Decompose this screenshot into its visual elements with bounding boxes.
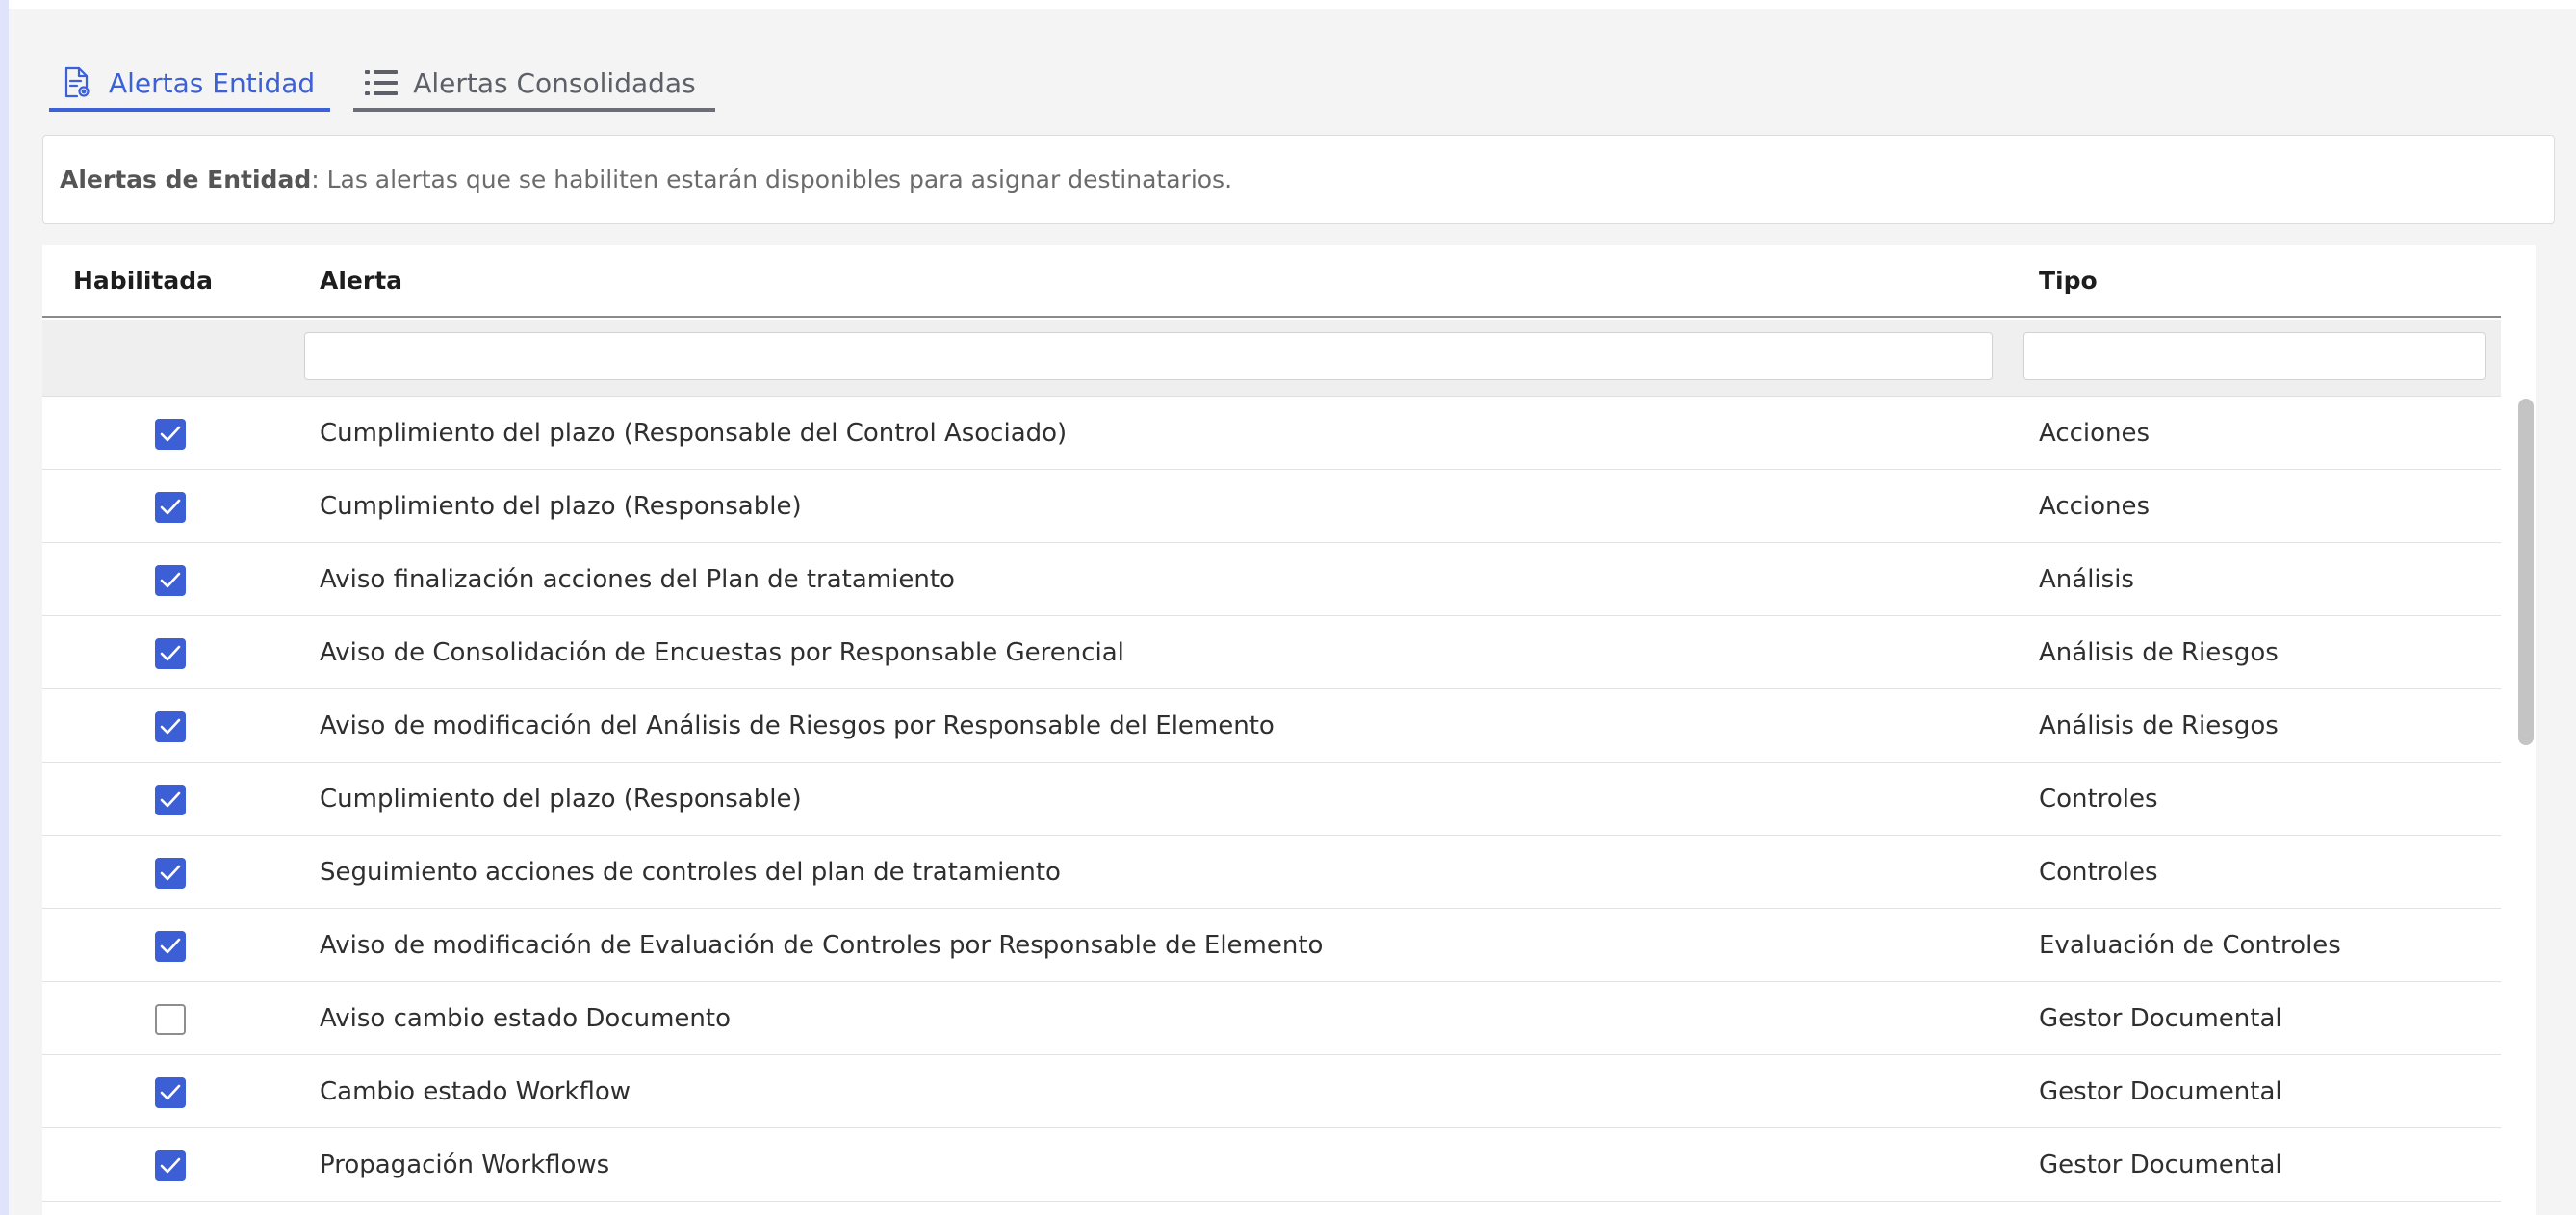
- alerta-cell: Aviso cambio estado Documento: [320, 1004, 731, 1033]
- alerta-cell: Seguimiento acciones de controles del pl…: [320, 858, 1061, 887]
- alerta-cell: Cumplimiento del plazo (Responsable del …: [320, 419, 1068, 448]
- alerts-table: Habilitada Alerta Tipo Cumplimiento del …: [42, 245, 2536, 1215]
- table-row: Cumplimiento del plazo (Responsable) Con…: [42, 763, 2501, 836]
- tab-label: Alertas Entidad: [109, 66, 316, 99]
- table-row: Aviso finalización acciones del Plan de …: [42, 543, 2501, 616]
- alerta-filter-input[interactable]: [304, 332, 1993, 380]
- check-icon: [160, 791, 181, 808]
- table-row: Propagación Workflows Gestor Documental: [42, 1128, 2501, 1202]
- table-row: Seguimiento acciones de controles del pl…: [42, 836, 2501, 909]
- tipo-filter-input[interactable]: [2023, 332, 2486, 380]
- table-row: Aviso de modificación del Análisis de Ri…: [42, 689, 2501, 763]
- tab-label: Alertas Consolidadas: [413, 66, 696, 99]
- document-gear-icon: [61, 65, 93, 100]
- check-icon: [160, 1157, 181, 1174]
- left-edge-strip: [0, 0, 9, 1215]
- tipo-cell: Análisis de Riesgos: [2039, 638, 2279, 667]
- check-icon: [160, 572, 181, 588]
- enabled-checkbox[interactable]: [155, 1077, 186, 1108]
- alerta-cell: Cumplimiento del plazo (Responsable): [320, 492, 802, 521]
- enabled-checkbox[interactable]: [155, 565, 186, 596]
- check-icon: [160, 718, 181, 735]
- check-icon: [160, 426, 181, 442]
- tab-alertas-entidad[interactable]: Alertas Entidad: [49, 58, 331, 112]
- column-header-alerta[interactable]: Alerta: [320, 245, 402, 318]
- column-header-habilitada[interactable]: Habilitada: [73, 245, 213, 318]
- enabled-checkbox[interactable]: [155, 492, 186, 523]
- table-row: Cumplimiento del plazo (Responsable) Acc…: [42, 470, 2501, 543]
- check-icon: [160, 499, 181, 515]
- tipo-cell: Acciones: [2039, 419, 2151, 448]
- tipo-cell: Gestor Documental: [2039, 1150, 2282, 1179]
- info-banner: Alertas de Entidad: Las alertas que se h…: [42, 135, 2555, 224]
- info-banner-title: Alertas de Entidad: [60, 166, 312, 194]
- enabled-checkbox[interactable]: [155, 785, 186, 815]
- scrollbar-thumb[interactable]: [2518, 399, 2534, 745]
- alerta-cell: Aviso finalización acciones del Plan de …: [320, 565, 955, 594]
- table-row: Aviso cambio estado Documento Gestor Doc…: [42, 982, 2501, 1055]
- tipo-cell: Análisis de Riesgos: [2039, 711, 2279, 740]
- tipo-cell: Gestor Documental: [2039, 1077, 2282, 1106]
- table-header: Habilitada Alerta Tipo: [42, 245, 2501, 318]
- tipo-cell: Evaluación de Controles: [2039, 931, 2341, 960]
- check-icon: [160, 1084, 181, 1100]
- enabled-checkbox[interactable]: [155, 931, 186, 962]
- filter-row: [42, 320, 2501, 397]
- check-icon: [160, 938, 181, 954]
- alerta-cell: Aviso de modificación de Evaluación de C…: [320, 931, 1324, 960]
- tipo-cell: Controles: [2039, 858, 2158, 887]
- enabled-checkbox[interactable]: [155, 858, 186, 889]
- table-row: Aviso de modificación de Evaluación de C…: [42, 909, 2501, 982]
- info-banner-text: : Las alertas que se habiliten estarán d…: [311, 166, 1233, 194]
- tipo-cell: Acciones: [2039, 492, 2151, 521]
- enabled-checkbox[interactable]: [155, 1004, 186, 1035]
- alerta-cell: Aviso de Consolidación de Encuestas por …: [320, 638, 1124, 667]
- check-icon: [160, 865, 181, 881]
- table-body: Cumplimiento del plazo (Responsable del …: [42, 397, 2501, 1202]
- tab-bar: Alertas Entidad Alertas Consolidadas: [49, 58, 715, 112]
- table-row: Cambio estado Workflow Gestor Documental: [42, 1055, 2501, 1128]
- top-bar: [9, 0, 2576, 9]
- alerta-cell: Cumplimiento del plazo (Responsable): [320, 785, 802, 814]
- list-icon: [365, 65, 399, 100]
- tab-alertas-consolidadas[interactable]: Alertas Consolidadas: [353, 58, 715, 112]
- enabled-checkbox[interactable]: [155, 419, 186, 450]
- enabled-checkbox[interactable]: [155, 1150, 186, 1181]
- alerta-cell: Cambio estado Workflow: [320, 1077, 631, 1106]
- enabled-checkbox[interactable]: [155, 638, 186, 669]
- enabled-checkbox[interactable]: [155, 711, 186, 742]
- column-header-tipo[interactable]: Tipo: [2039, 245, 2098, 318]
- alerta-cell: Aviso de modificación del Análisis de Ri…: [320, 711, 1275, 740]
- table-row: Cumplimiento del plazo (Responsable del …: [42, 397, 2501, 470]
- check-icon: [160, 645, 181, 661]
- table-row: Aviso de Consolidación de Encuestas por …: [42, 616, 2501, 689]
- alerta-cell: Propagación Workflows: [320, 1150, 610, 1179]
- tipo-cell: Gestor Documental: [2039, 1004, 2282, 1033]
- tipo-cell: Controles: [2039, 785, 2158, 814]
- tipo-cell: Análisis: [2039, 565, 2134, 594]
